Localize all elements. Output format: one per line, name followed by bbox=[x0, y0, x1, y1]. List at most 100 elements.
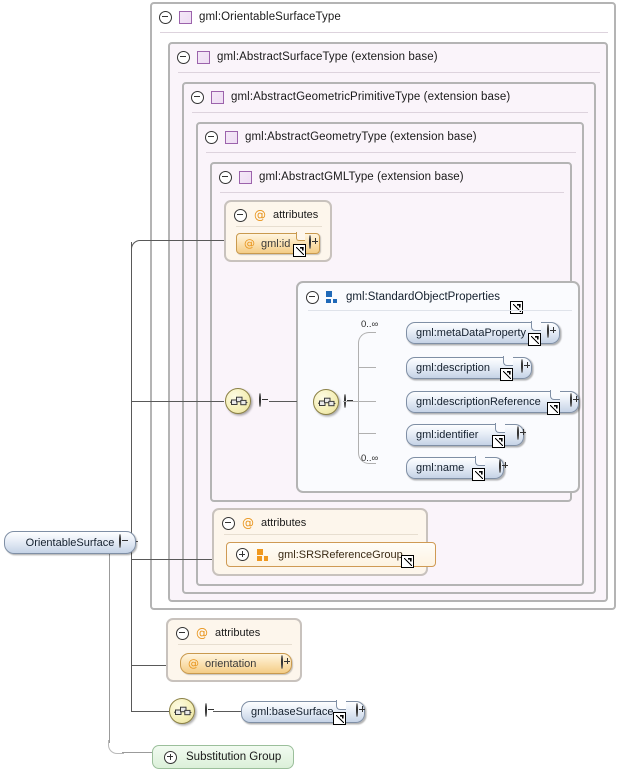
attributes-box-gmlid[interactable]: @ attributes @ gml:id bbox=[224, 200, 332, 262]
external-link-icon[interactable] bbox=[492, 435, 505, 448]
attributes-box-orientation[interactable]: @ attributes @ orientation bbox=[166, 618, 302, 682]
element-label: gml:baseSurface bbox=[251, 706, 334, 718]
root-collapse-toggle-icon[interactable] bbox=[119, 534, 121, 548]
external-link-icon[interactable] bbox=[293, 244, 306, 257]
root-element-orientablesurface[interactable]: OrientableSurface bbox=[4, 531, 136, 554]
collapse-toggle-icon[interactable] bbox=[219, 170, 232, 184]
element-label: gml:name bbox=[416, 462, 465, 474]
collapse-toggle-icon[interactable] bbox=[159, 10, 172, 24]
sequence-icon bbox=[230, 396, 248, 406]
type-frame-header[interactable]: gml:AbstractGeometryType (extension base… bbox=[198, 124, 477, 150]
external-link-icon[interactable] bbox=[401, 555, 414, 568]
external-link-icon[interactable] bbox=[333, 712, 346, 725]
collapse-toggle-icon[interactable] bbox=[205, 130, 218, 144]
divider bbox=[206, 152, 576, 153]
type-frame-label: gml:AbstractGeometricPrimitiveType (exte… bbox=[231, 91, 511, 103]
attributes-header[interactable]: @ attributes bbox=[222, 515, 306, 531]
expand-toggle-icon[interactable] bbox=[547, 324, 549, 338]
element-descriptionreference[interactable]: gml:descriptionReference bbox=[406, 390, 579, 415]
complextype-icon bbox=[225, 130, 238, 144]
at-icon: @ bbox=[244, 237, 255, 250]
sequence-node-basesurface[interactable] bbox=[169, 698, 195, 724]
divider bbox=[220, 192, 564, 193]
connector-line bbox=[131, 711, 169, 713]
collapse-toggle-icon[interactable] bbox=[222, 516, 235, 530]
attributes-box-srsreferencegroup[interactable]: @ attributes gml:SRSReferenceGroup bbox=[212, 508, 436, 576]
group-header[interactable]: gml:StandardObjectProperties bbox=[306, 289, 500, 305]
element-identifier[interactable]: gml:identifier bbox=[406, 423, 524, 448]
expand-toggle-icon[interactable] bbox=[521, 359, 523, 373]
expand-toggle-icon[interactable] bbox=[281, 655, 283, 669]
divider bbox=[308, 310, 572, 311]
collapse-toggle-icon[interactable] bbox=[234, 208, 247, 222]
element-pill[interactable]: gml:description bbox=[406, 357, 532, 379]
expand-toggle-icon[interactable] bbox=[499, 459, 501, 473]
element-pill[interactable]: gml:identifier bbox=[406, 424, 524, 446]
expand-toggle-icon[interactable] bbox=[236, 548, 249, 561]
external-link-icon[interactable] bbox=[547, 402, 560, 415]
type-frame-header[interactable]: gml:OrientableSurfaceType bbox=[152, 4, 341, 30]
attributegroup-srsreferencegroup[interactable]: gml:SRSReferenceGroup bbox=[226, 542, 436, 568]
at-icon: @ bbox=[196, 626, 208, 640]
element-pill[interactable]: OrientableSurface bbox=[4, 531, 136, 554]
element-basesurface[interactable]: gml:baseSurface bbox=[241, 700, 365, 725]
attribute-pill[interactable]: @ gml:id bbox=[236, 233, 320, 254]
attributes-label: attributes bbox=[261, 517, 307, 529]
attribute-orientation[interactable]: @ orientation bbox=[180, 653, 292, 674]
modelgroup-icon bbox=[326, 291, 339, 303]
sequence-node-outer[interactable] bbox=[225, 388, 251, 414]
divider bbox=[178, 72, 600, 73]
corner-notch bbox=[336, 700, 346, 710]
element-description[interactable]: gml:description bbox=[406, 356, 532, 381]
sequence-collapse-toggle-icon[interactable] bbox=[259, 393, 261, 407]
collapse-toggle-icon[interactable] bbox=[177, 50, 190, 64]
element-pill[interactable]: gml:name bbox=[406, 457, 504, 479]
collapse-toggle-icon[interactable] bbox=[306, 290, 319, 304]
corner-notch bbox=[550, 390, 560, 400]
connector-line bbox=[144, 240, 226, 242]
connector-line bbox=[131, 665, 171, 667]
connector-line bbox=[131, 401, 224, 403]
branch-tick bbox=[358, 433, 376, 435]
substitution-group-label: Substitution Group bbox=[186, 751, 282, 763]
attribute-gmlid[interactable]: @ gml:id bbox=[236, 232, 320, 257]
external-link-icon[interactable] bbox=[528, 333, 541, 346]
connector-trunk bbox=[131, 548, 133, 712]
substitution-group[interactable]: Substitution Group bbox=[152, 745, 294, 769]
group-box-standardobjectproperties[interactable]: gml:StandardObjectProperties 0..∞ gml:me… bbox=[296, 281, 580, 493]
element-pill[interactable]: gml:baseSurface bbox=[241, 701, 365, 723]
sequence-collapse-toggle-icon[interactable] bbox=[205, 703, 207, 717]
sequence-node-inner[interactable] bbox=[313, 389, 339, 415]
expand-toggle-icon[interactable] bbox=[356, 703, 358, 717]
attribute-label: orientation bbox=[205, 657, 257, 670]
branch-rail bbox=[358, 332, 376, 464]
branch-tick bbox=[358, 367, 376, 369]
expand-toggle-icon[interactable] bbox=[570, 393, 572, 407]
connector-line bbox=[213, 711, 241, 713]
external-link-icon[interactable] bbox=[472, 468, 485, 481]
occurrence-label: 0..∞ bbox=[361, 453, 379, 464]
type-frame-header[interactable]: gml:AbstractGMLType (extension base) bbox=[212, 164, 464, 190]
attributes-header[interactable]: @ attributes bbox=[234, 207, 318, 223]
attributes-header[interactable]: @ attributes bbox=[176, 625, 260, 641]
expand-toggle-icon[interactable] bbox=[164, 750, 177, 764]
type-frame-header[interactable]: gml:AbstractSurfaceType (extension base) bbox=[170, 44, 438, 70]
collapse-toggle-icon[interactable] bbox=[176, 626, 189, 640]
element-name[interactable]: gml:name bbox=[406, 456, 504, 481]
collapse-toggle-icon[interactable] bbox=[191, 90, 204, 104]
type-frame-header[interactable]: gml:AbstractGeometricPrimitiveType (exte… bbox=[184, 84, 510, 110]
attribute-pill[interactable]: @ orientation bbox=[180, 653, 292, 674]
attributes-label: attributes bbox=[215, 627, 261, 639]
element-label: gml:metaDataProperty bbox=[416, 327, 527, 339]
external-link-icon[interactable] bbox=[500, 368, 513, 381]
expand-toggle-icon[interactable] bbox=[517, 426, 519, 440]
type-frame-label: gml:AbstractGeometryType (extension base… bbox=[245, 131, 477, 143]
branch-connector bbox=[343, 401, 359, 403]
corner-notch bbox=[296, 232, 305, 241]
expand-toggle-icon[interactable] bbox=[309, 235, 311, 249]
external-link-icon[interactable] bbox=[510, 301, 523, 314]
root-element-label: OrientableSurface bbox=[25, 536, 115, 549]
at-icon: @ bbox=[254, 208, 266, 222]
element-metadataproperty[interactable]: gml:metaDataProperty bbox=[406, 321, 560, 346]
corner-notch bbox=[495, 423, 505, 433]
